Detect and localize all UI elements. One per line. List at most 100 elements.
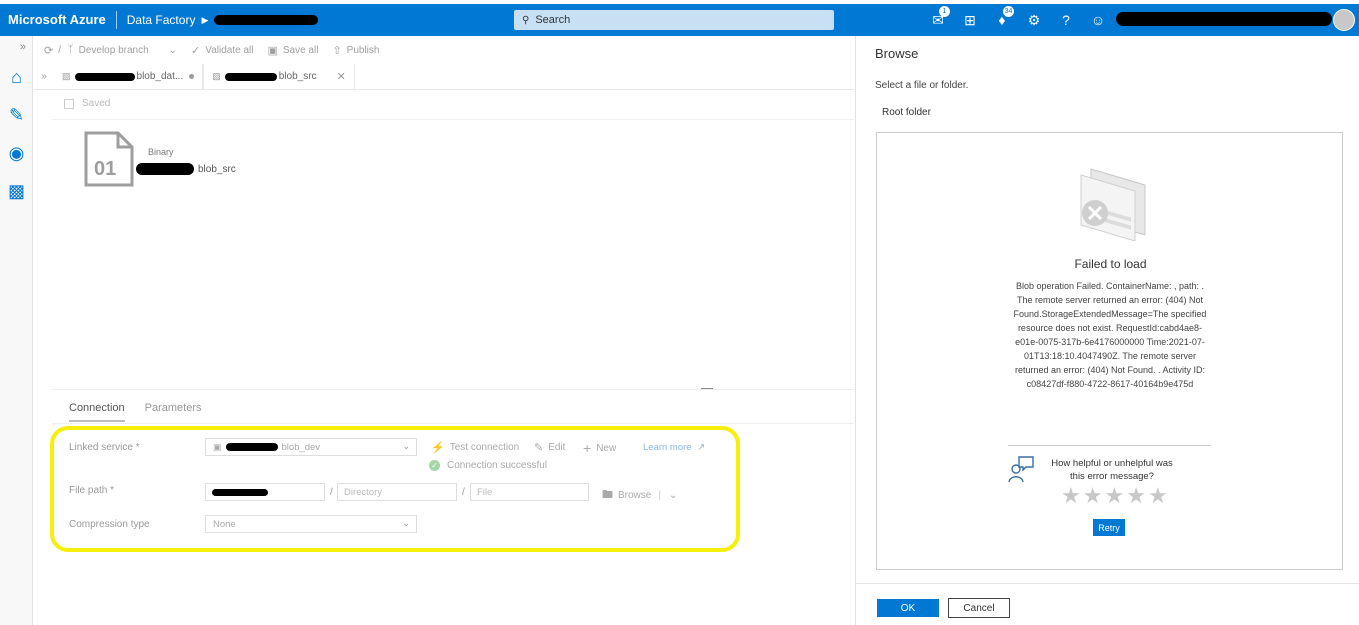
- dataset-icon: ▧: [212, 71, 221, 81]
- property-tabs: Connection Parameters: [69, 402, 222, 422]
- file-field[interactable]: File: [470, 483, 589, 501]
- linked-service-label: Linked service *: [69, 442, 140, 453]
- brand-title[interactable]: Microsoft Azure: [0, 11, 117, 29]
- save-all-button[interactable]: ▣ Save all: [267, 44, 318, 57]
- tab-blob-dataset[interactable]: ▧ blob_dat...: [54, 64, 204, 89]
- feedback-question: How helpful or unhelpful was this error …: [1051, 458, 1173, 482]
- test-connection-label: Test connection: [449, 442, 520, 453]
- external-link-icon: ↗: [697, 442, 706, 453]
- path-separator: /: [462, 487, 465, 498]
- new-button[interactable]: + New: [583, 440, 616, 456]
- failed-load-icon: [1080, 168, 1146, 241]
- chevron-down-icon: ⌄: [168, 44, 178, 56]
- panel-title: Browse: [875, 46, 919, 61]
- divider: [1008, 445, 1211, 446]
- publish-label: Publish: [346, 44, 380, 56]
- plus-icon: +: [583, 440, 592, 456]
- star-icon[interactable]: ★: [1126, 483, 1148, 509]
- feedback-icon: ☺: [1090, 12, 1106, 28]
- collapse-resources-icon[interactable]: »: [34, 64, 54, 89]
- branch-icon: ᛉ: [67, 44, 74, 56]
- binary-dataset-icon: 01: [84, 131, 134, 187]
- expand-nav-icon[interactable]: »: [0, 36, 32, 58]
- manage-toolbox-icon[interactable]: ▩: [0, 172, 33, 210]
- chevron-down-icon[interactable]: ⌄: [669, 490, 677, 501]
- redacted-tab-name: [224, 72, 277, 81]
- top-bar: Microsoft Azure Data Factory ▶ ⚲ Search …: [0, 4, 1359, 36]
- redacted-container-name: [212, 488, 268, 496]
- chevron-down-icon: ⌄: [402, 518, 410, 528]
- main-editor: ⟳ / ᛉ Develop branch ⌄ ✓ Validate all ▣ …: [34, 36, 854, 625]
- left-nav: » ⌂ ✎ ◉ ▩: [0, 36, 33, 625]
- top-icons: ✉ 1 ⊞ ♦ 34 ⚙ ? ☺: [922, 4, 1114, 36]
- settings-button[interactable]: ⚙: [1018, 4, 1050, 36]
- edit-label: Edit: [548, 442, 566, 453]
- tab-label: blob_dat...: [136, 71, 184, 82]
- edit-button[interactable]: ✎ Edit: [534, 441, 565, 454]
- directory-field[interactable]: Directory: [337, 483, 457, 501]
- root-folder-item[interactable]: Root folder: [882, 107, 931, 118]
- git-icon: ⟳: [44, 44, 54, 57]
- star-icon[interactable]: ★: [1083, 483, 1105, 509]
- divider: [52, 119, 854, 120]
- star-icon[interactable]: ★: [1148, 483, 1170, 509]
- redacted-factory-name: [214, 15, 319, 25]
- save-icon: ▣: [267, 44, 278, 57]
- compression-type-value: None: [213, 518, 236, 530]
- directory-button[interactable]: ⊞: [954, 4, 986, 36]
- divider: [52, 423, 854, 424]
- search-placeholder: Search: [535, 14, 571, 26]
- cancel-button[interactable]: Cancel: [948, 598, 1010, 618]
- tab-parameters[interactable]: Parameters: [145, 402, 202, 422]
- save-all-label: Save all: [282, 44, 319, 56]
- search-icon: ⚲: [522, 14, 530, 26]
- compression-type-select[interactable]: None ⌄: [205, 515, 417, 533]
- saved-label: Saved: [82, 98, 111, 109]
- check-circle-icon: ✓: [429, 460, 440, 471]
- notifications-button[interactable]: ✉ 1: [922, 4, 954, 36]
- connection-status: ✓ Connection successful: [429, 460, 547, 471]
- product-name[interactable]: Data Factory: [127, 13, 196, 27]
- feedback-button[interactable]: ☺: [1082, 4, 1114, 36]
- search-input[interactable]: ⚲ Search: [514, 10, 834, 30]
- product-breadcrumb[interactable]: Data Factory ▶: [117, 13, 319, 27]
- learn-more-link[interactable]: Learn more ↗: [643, 442, 705, 453]
- alerts-button[interactable]: ♦ 34: [986, 4, 1018, 36]
- close-icon[interactable]: ✕: [337, 70, 346, 83]
- publish-button[interactable]: ⇧ Publish: [332, 44, 379, 57]
- redacted-dataset-prefix: [136, 163, 194, 175]
- redacted-linked-service: [225, 443, 278, 451]
- error-message: Blob operation Failed. ContainerName: , …: [1013, 281, 1207, 389]
- tab-blob-src[interactable]: ▧ blob_src ✕: [203, 64, 355, 89]
- linked-service-select[interactable]: ▣ blob_dev ⌄: [205, 438, 417, 456]
- author-pencil-icon[interactable]: ✎: [0, 96, 33, 134]
- git-branch-selector[interactable]: ⟳ / ᛉ Develop branch ⌄: [44, 44, 177, 57]
- star-icon[interactable]: ★: [1104, 483, 1126, 509]
- validate-all-label: Validate all: [205, 44, 254, 56]
- browse-button[interactable]: 🖿 Browse | ⌄: [602, 486, 677, 505]
- star-icon[interactable]: ★: [1061, 483, 1083, 509]
- tab-connection[interactable]: Connection: [69, 402, 125, 422]
- home-icon[interactable]: ⌂: [0, 58, 33, 96]
- monitor-icon[interactable]: ◉: [0, 134, 33, 172]
- test-connection-button[interactable]: ⚡ Test connection: [431, 441, 519, 454]
- ok-button[interactable]: OK: [877, 599, 939, 617]
- branch-label: Develop branch: [78, 44, 149, 56]
- redacted-user-name: [1116, 12, 1332, 26]
- save-icon: [64, 98, 74, 109]
- folder-icon: 🖿: [602, 489, 613, 501]
- dataset-icon: ▧: [62, 71, 71, 81]
- path-separator: /: [330, 487, 333, 498]
- retry-button[interactable]: Retry: [1093, 519, 1125, 536]
- avatar[interactable]: [1333, 9, 1355, 31]
- check-icon: ✓: [191, 44, 201, 57]
- file-placeholder: File: [477, 486, 493, 498]
- chevron-down-icon: ⌄: [402, 441, 410, 451]
- browse-content-box: Failed to load Blob operation Failed. Co…: [876, 132, 1343, 570]
- compression-type-label: Compression type: [69, 519, 150, 530]
- validate-all-button[interactable]: ✓ Validate all: [191, 44, 253, 57]
- new-label: New: [596, 442, 617, 454]
- container-field[interactable]: [205, 483, 325, 501]
- help-button[interactable]: ?: [1050, 4, 1082, 36]
- star-rating[interactable]: ★ ★ ★ ★ ★: [1061, 483, 1170, 509]
